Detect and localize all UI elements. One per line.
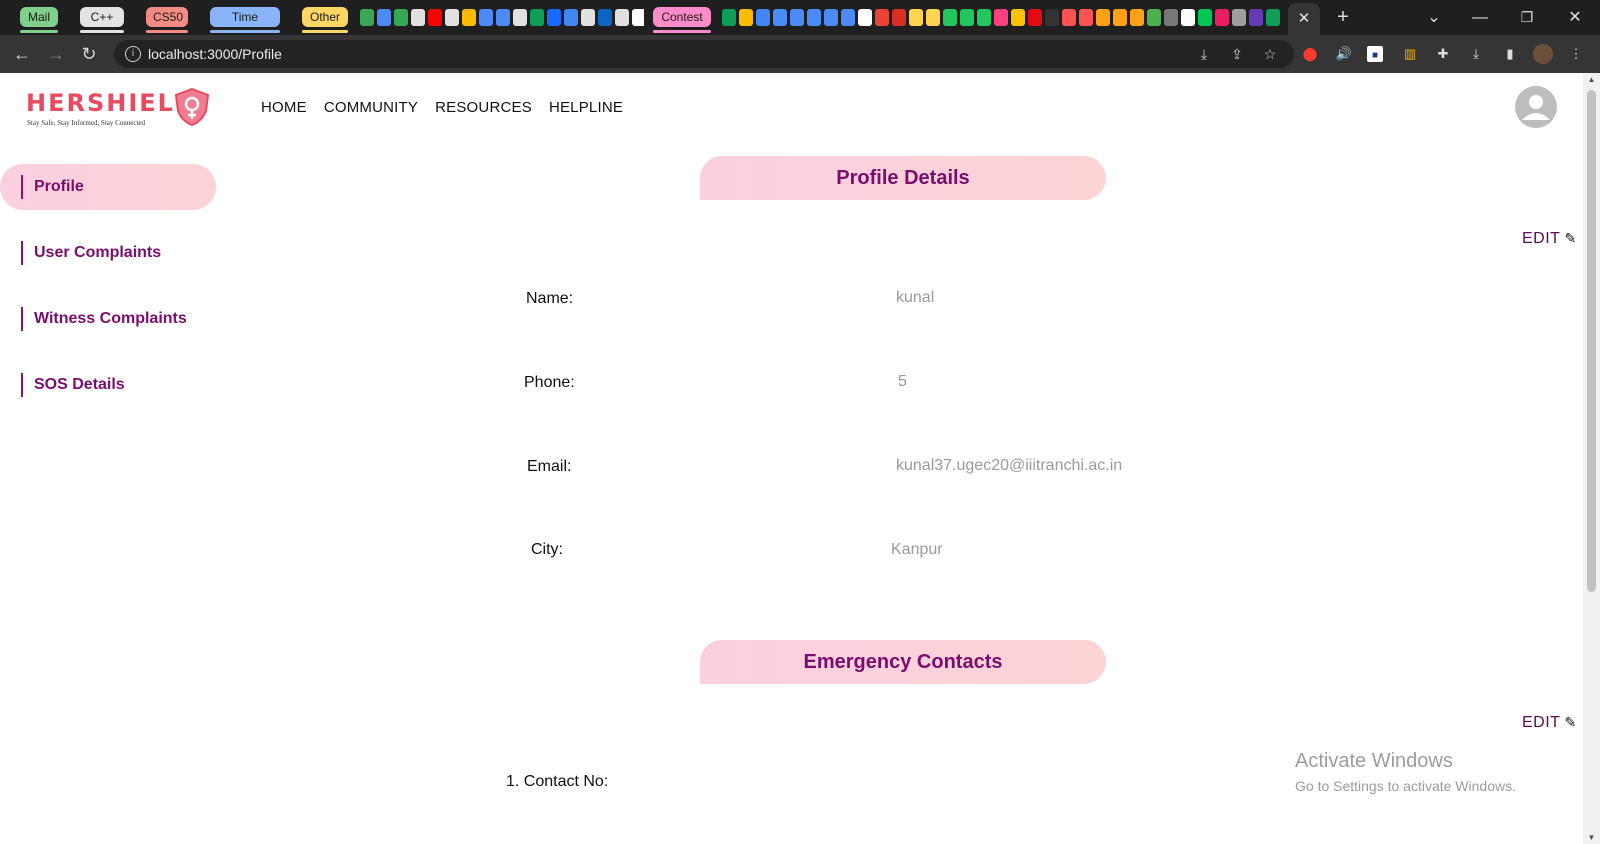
profile-details-header: Profile Details (700, 156, 1106, 200)
sidebar-item-label: SOS Details (34, 376, 125, 393)
hershield-logo[interactable]: HERSHIELD Stay Safe, Stay Informed, Stay… (26, 87, 216, 133)
section-title: Profile Details (836, 167, 970, 189)
tab-search-chevron-icon[interactable]: ⌄ (1416, 0, 1452, 35)
profile-avatar-icon[interactable] (1533, 44, 1553, 64)
sidebar-item-user-complaints[interactable]: User Complaints (0, 230, 220, 276)
sidebar-item-witness-complaints[interactable]: Witness Complaints (0, 296, 220, 342)
sidebar-item-label: Profile (34, 178, 84, 195)
page-content: HERSHIELD Stay Safe, Stay Informed, Stay… (0, 73, 1583, 844)
nav-home[interactable]: HOME (261, 99, 307, 116)
section-title: Emergency Contacts (803, 651, 1003, 673)
browser-toolbar: ← → ↻ i localhost:3000/Profile ⤓ ⇪ ☆ ⬤ 🔊… (0, 35, 1600, 73)
contact-no-label: 1. Contact No: (506, 773, 609, 790)
email-label: Email: (527, 458, 572, 475)
user-avatar-icon[interactable] (1515, 86, 1557, 128)
active-tab-close-button[interactable]: ✕ (1288, 3, 1320, 35)
forward-arrow-icon[interactable]: → (41, 35, 71, 73)
downloads-icon[interactable]: ⤓ (1466, 44, 1486, 64)
sidebar-item-label: User Complaints (34, 244, 162, 261)
browser-tab-bar: Mail C++ CS50 Time Pass Other Contest ✕ … (0, 0, 1600, 44)
sidebar-item-sos-details[interactable]: SOS Details (0, 362, 220, 408)
scroll-up-arrow-icon[interactable]: ▲ (1583, 75, 1600, 84)
share-icon[interactable]: ⇪ (1225, 40, 1249, 68)
profile-sidebar: Profile User Complaints Witness Complain… (0, 164, 220, 428)
audio-extension-icon[interactable]: 🔊 (1334, 44, 1354, 64)
scroll-down-arrow-icon[interactable]: ▼ (1583, 833, 1600, 842)
tab-group-contest[interactable]: Contest (653, 7, 711, 33)
emergency-contacts-header: Emergency Contacts (700, 640, 1106, 684)
email-value: kunal37.ugec20@iiitranchi.ac.in (896, 457, 1123, 474)
sidebar-marker (21, 175, 23, 199)
nav-community[interactable]: COMMUNITY (324, 99, 418, 116)
tab-group-cs50[interactable]: CS50 (146, 7, 188, 33)
back-arrow-icon[interactable]: ← (7, 35, 37, 73)
reload-icon[interactable]: ↻ (74, 35, 104, 73)
tab-group-cpp[interactable]: C++ (80, 7, 124, 33)
bookmark-star-icon[interactable]: ☆ (1258, 40, 1282, 68)
chart-extension-icon[interactable]: ▥ (1400, 44, 1420, 64)
url-text[interactable]: localhost:3000/Profile (148, 40, 282, 68)
pencil-icon: ✎ (1564, 714, 1577, 730)
shield-icon (174, 87, 210, 127)
activate-windows-watermark: Activate Windows Go to Settings to activ… (1295, 750, 1516, 794)
sidebar-item-label: Witness Complaints (34, 310, 187, 327)
name-label: Name: (526, 290, 574, 307)
watermark-subtitle: Go to Settings to activate Windows. (1295, 778, 1516, 794)
restore-window-icon[interactable]: ❐ (1509, 0, 1545, 35)
edit-label: EDIT (1522, 714, 1561, 731)
page-scrollbar[interactable]: ▲ ▼ (1583, 73, 1600, 844)
tab-group-mail[interactable]: Mail (20, 7, 58, 33)
close-window-icon[interactable]: ✕ (1557, 0, 1593, 35)
name-value: kunal (896, 289, 935, 306)
city-label: City: (531, 541, 563, 558)
sidebar-marker (21, 373, 23, 397)
profile-edit-button[interactable]: EDIT ✎ (1522, 230, 1577, 248)
tab-group-timepass[interactable]: Time Pass (210, 7, 280, 44)
watermark-title: Activate Windows (1295, 750, 1453, 772)
sidebar-marker (21, 241, 23, 265)
side-panel-icon[interactable]: ▮ (1500, 44, 1520, 64)
new-tab-button[interactable]: + (1325, 0, 1361, 35)
main-nav: HOME COMMUNITY RESOURCES HELPLINE (261, 99, 623, 116)
address-bar[interactable]: i localhost:3000/Profile ⤓ ⇪ ☆ (114, 40, 1294, 68)
extensions-puzzle-icon[interactable]: ✚ (1433, 44, 1453, 64)
city-value: Kanpur (891, 541, 943, 558)
phone-value: 5 (898, 373, 907, 390)
sidebar-marker (21, 307, 23, 331)
sidebar-item-profile[interactable]: Profile (0, 164, 216, 210)
phone-label: Phone: (524, 374, 575, 391)
install-app-icon[interactable]: ⤓ (1192, 40, 1216, 68)
adblock-extension-icon[interactable]: ⬤ (1300, 44, 1320, 64)
scrollbar-thumb[interactable] (1587, 90, 1596, 592)
tab-favicons-1[interactable] (360, 9, 644, 26)
edit-label: EDIT (1522, 230, 1561, 247)
site-info-icon[interactable]: i (125, 46, 141, 62)
logo-tagline: Stay Safe, Stay Informed, Stay Connected (27, 119, 146, 127)
tab-favicons-2[interactable] (722, 9, 1284, 26)
nav-resources[interactable]: RESOURCES (435, 99, 532, 116)
nav-helpline[interactable]: HELPLINE (549, 99, 623, 116)
pencil-icon: ✎ (1564, 230, 1577, 246)
extension-icon[interactable]: ■ (1367, 46, 1383, 62)
tab-group-other[interactable]: Other (302, 7, 348, 33)
emergency-edit-button[interactable]: EDIT ✎ (1522, 714, 1577, 732)
minimize-window-icon[interactable]: — (1462, 0, 1498, 35)
browser-menu-icon[interactable]: ⋮ (1566, 44, 1586, 64)
